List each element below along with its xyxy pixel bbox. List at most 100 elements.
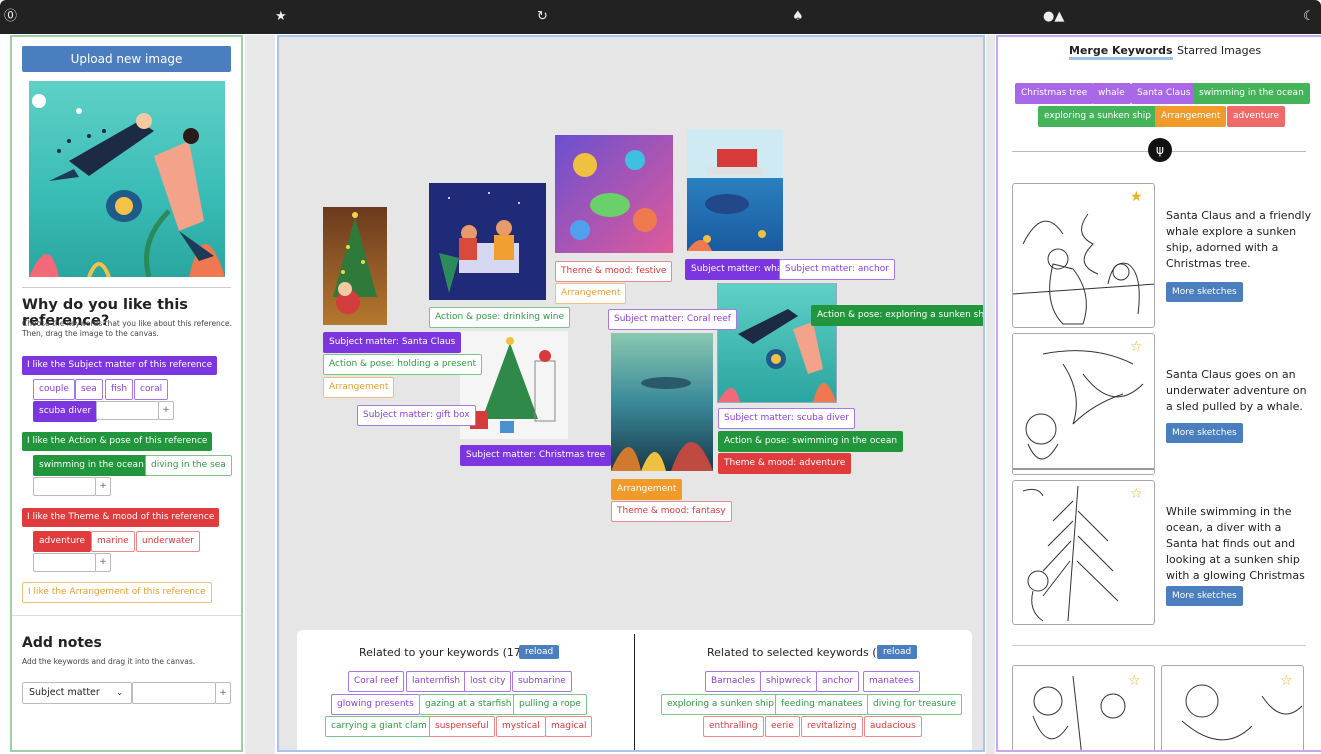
notes-input[interactable]	[132, 682, 216, 704]
keyword-tag-selected[interactable]: adventure	[33, 531, 92, 552]
related-tag[interactable]: diving for treasure	[867, 694, 963, 715]
related-tag[interactable]: mystical	[496, 716, 546, 737]
canvas-tag[interactable]: Subject matter: anchor	[779, 259, 895, 280]
related-tag[interactable]: exploring a sunken ship	[661, 694, 780, 715]
refresh-icon[interactable]: ↻	[537, 9, 548, 25]
canvas-tag[interactable]: Action & pose: swimming in the ocean	[718, 431, 904, 452]
related-tag[interactable]: lanternfish	[406, 671, 467, 692]
tab-merge-keywords[interactable]: Merge Keywords	[1069, 44, 1173, 60]
canvas-tag[interactable]: Action & pose: exploring a sunken ship	[811, 305, 983, 326]
keyword-input[interactable]	[96, 401, 159, 420]
canvas-image[interactable]	[323, 207, 387, 325]
keyword-tag[interactable]: underwater	[136, 531, 201, 552]
related-tag[interactable]: gazing at a starfish	[419, 694, 518, 715]
canvas-tag[interactable]: Theme & mood: festive	[555, 261, 673, 282]
canvas-image[interactable]	[687, 129, 783, 251]
drops-icon[interactable]: ●▲	[1043, 9, 1064, 25]
related-tag[interactable]: Coral reef	[348, 671, 405, 692]
related-tag[interactable]: magical	[545, 716, 593, 737]
related-tag[interactable]: eerie	[765, 716, 800, 737]
star-outline-icon[interactable]: ☆	[1130, 339, 1143, 355]
related-tag[interactable]: pulling a rope	[513, 694, 587, 715]
keyword-tag[interactable]: coral	[134, 379, 169, 400]
related-tag[interactable]: glowing presents	[331, 694, 420, 715]
star-icon[interactable]: ★	[275, 9, 287, 25]
upload-image-button[interactable]: Upload new image	[22, 46, 231, 72]
canvas-tag[interactable]: Action & pose: drinking wine	[429, 307, 570, 328]
canvas-image[interactable]	[460, 331, 568, 439]
more-sketches-button[interactable]: More sketches	[1166, 423, 1243, 443]
related-tag[interactable]: suspenseful	[429, 716, 495, 737]
add-keyword-button[interactable]: +	[158, 401, 174, 420]
merge-tag[interactable]: adventure	[1227, 106, 1286, 127]
merge-tag[interactable]: Santa Claus	[1131, 83, 1197, 104]
more-sketches-button[interactable]: More sketches	[1166, 282, 1243, 302]
canvas-image[interactable]	[611, 333, 713, 471]
merge-tag[interactable]: swimming in the ocean	[1193, 83, 1310, 104]
help-icon[interactable]: ⓪	[4, 9, 17, 25]
action-head[interactable]: I like the Action & pose of this referen…	[22, 432, 213, 451]
keyword-input[interactable]	[33, 477, 96, 496]
canvas-image[interactable]	[429, 183, 546, 300]
canvas[interactable]: Subject matter: Santa Claus Action & pos…	[277, 35, 985, 752]
arrangement-head[interactable]: I like the Arrangement of this reference	[22, 582, 212, 603]
related-tag[interactable]: Barnacles	[705, 671, 762, 692]
related-tag[interactable]: audacious	[864, 716, 922, 737]
merge-tag[interactable]: Christmas tree	[1015, 83, 1094, 104]
canvas-tag[interactable]: Arrangement	[323, 377, 395, 398]
divider	[986, 35, 995, 754]
related-tag[interactable]: lost city	[464, 671, 512, 692]
canvas-tag[interactable]: Arrangement	[555, 283, 627, 304]
tab-starred-images[interactable]: Starred Images	[1177, 44, 1261, 57]
subject-head[interactable]: I like the Subject matter of this refere…	[22, 356, 218, 375]
keyword-tag[interactable]: fish	[105, 379, 134, 400]
moon-icon[interactable]: ☾	[1303, 9, 1315, 25]
related-tag[interactable]: anchor	[816, 671, 860, 692]
merge-tag[interactable]: whale	[1092, 83, 1131, 104]
related-tag[interactable]: shipwreck	[760, 671, 818, 692]
keyword-tag[interactable]: sea	[75, 379, 103, 400]
keyword-tag-selected[interactable]: scuba diver	[33, 401, 98, 422]
keyword-tag[interactable]: couple	[33, 379, 75, 400]
related-tag[interactable]: submarine	[512, 671, 572, 692]
star-outline-icon[interactable]: ☆	[1130, 486, 1143, 502]
canvas-tag[interactable]: Subject matter: scuba diver	[718, 408, 856, 429]
related-tag[interactable]: enthralling	[703, 716, 764, 737]
canvas-tag[interactable]: Action & pose: holding a present	[323, 354, 483, 375]
theme-head[interactable]: I like the Theme & mood of this referenc…	[22, 508, 220, 527]
canvas-image-selected[interactable]	[717, 283, 837, 403]
canvas-tag[interactable]: Theme & mood: fantasy	[611, 501, 732, 522]
reload-button[interactable]: reload	[877, 645, 918, 659]
sketch-description: Santa Claus goes on an underwater advent…	[1166, 368, 1307, 413]
reload-button[interactable]: reload	[519, 645, 560, 659]
keyword-tag-selected[interactable]: swimming in the ocean	[33, 455, 150, 476]
add-keyword-button[interactable]: +	[95, 477, 111, 496]
top-toolbar: ⓪ ★ ↻ ♠ ●▲ ☾	[0, 0, 1321, 34]
category-select[interactable]: Subject matter ⌄	[22, 682, 132, 704]
merge-tag[interactable]: Arrangement	[1155, 106, 1227, 127]
canvas-tag[interactable]: Subject matter: Christmas tree	[460, 445, 612, 466]
keyword-tag[interactable]: diving in the sea	[145, 455, 232, 476]
keyword-tag[interactable]: marine	[91, 531, 135, 552]
star-icon[interactable]: ★	[1130, 189, 1143, 205]
related-tag[interactable]: feeding manatees	[775, 694, 869, 715]
related-tag[interactable]: revitalizing	[801, 716, 863, 737]
reference-image[interactable]	[29, 81, 225, 277]
merge-icon[interactable]: ψ	[1148, 138, 1172, 162]
more-sketches-button[interactable]: More sketches	[1166, 586, 1243, 606]
keyword-input[interactable]	[33, 553, 96, 572]
tree-icon[interactable]: ♠	[792, 9, 804, 25]
canvas-tag[interactable]: Arrangement	[611, 479, 683, 500]
canvas-tag[interactable]: Subject matter: Coral reef	[608, 309, 737, 330]
add-keyword-button[interactable]: +	[95, 553, 111, 572]
related-tag[interactable]: carrying a giant clam	[325, 716, 433, 737]
canvas-tag[interactable]: Subject matter: Santa Claus	[323, 332, 462, 353]
merge-tag[interactable]: exploring a sunken ship	[1038, 106, 1157, 127]
add-note-button[interactable]: +	[215, 682, 231, 704]
canvas-tag[interactable]: Theme & mood: adventure	[718, 453, 852, 474]
canvas-tag[interactable]: Subject matter: gift box	[357, 405, 476, 426]
star-outline-icon[interactable]: ☆	[1128, 673, 1141, 689]
canvas-image[interactable]	[555, 135, 673, 253]
star-outline-icon[interactable]: ☆	[1280, 673, 1293, 689]
related-tag[interactable]: manatees	[863, 671, 920, 692]
